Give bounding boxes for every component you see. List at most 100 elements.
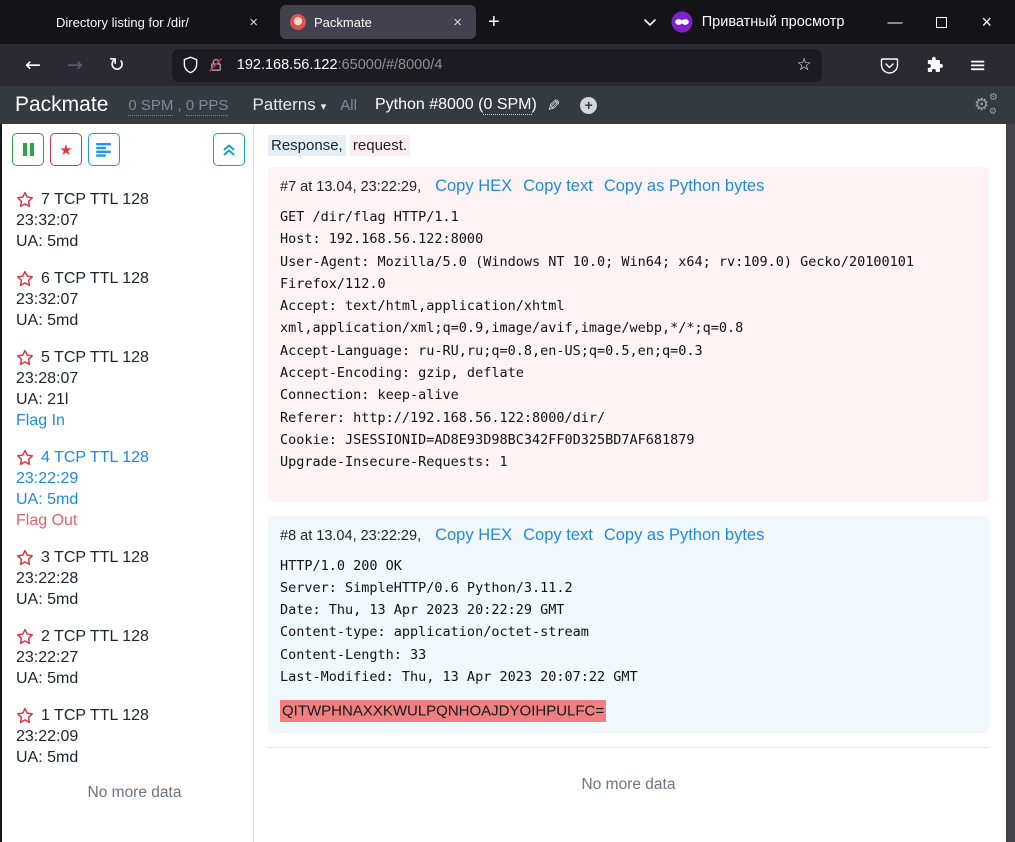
- stream-star-icon[interactable]: [16, 449, 34, 466]
- content-divider: [268, 747, 989, 748]
- stream-item-1[interactable]: 1 TCP TTL 128 23:22:09 UA: 5md: [16, 705, 253, 768]
- pps-counter: 0 PPS: [186, 97, 229, 116]
- private-browsing-label: Приватный просмотр: [702, 14, 845, 30]
- add-pattern-button[interactable]: +: [580, 97, 597, 114]
- settings-cogs-icon[interactable]: ⚙ ⚙ ⚙: [974, 94, 1000, 116]
- gear-icon: ⚙: [974, 95, 989, 115]
- stream-time: 23:28:07: [16, 368, 253, 389]
- browser-tab-strip: Directory listing for /dir/ × Packmate ×…: [0, 0, 1015, 44]
- extensions-puzzle-icon[interactable]: [925, 56, 943, 74]
- packet-header: #8 at 13.04, 23:22:29, Copy HEX Copy tex…: [280, 526, 977, 545]
- back-button[interactable]: ←: [12, 54, 54, 76]
- pattern-name: Python #8000 (: [375, 96, 484, 113]
- caret-down-icon: ▾: [321, 100, 327, 113]
- new-tab-button[interactable]: +: [476, 11, 512, 34]
- insecure-lock-icon[interactable]: [208, 57, 224, 73]
- stream-ua: UA: 5md: [16, 231, 253, 252]
- maximize-icon: [936, 17, 947, 28]
- stream-title: 1 TCP TTL 128: [41, 705, 149, 726]
- packet-id: #7 at 13.04, 23:22:29,: [280, 179, 421, 195]
- stream-tag-flag-out[interactable]: Flag Out: [16, 510, 253, 531]
- minimize-button[interactable]: —: [870, 0, 919, 44]
- stream-time: 23:22:28: [16, 568, 253, 589]
- tab-title: Packmate: [314, 15, 449, 30]
- stream-star-icon[interactable]: [16, 707, 34, 724]
- gear-icon-small: ⚙: [989, 107, 997, 117]
- page-scrollbar[interactable]: [1006, 124, 1015, 842]
- maximize-button[interactable]: [919, 0, 964, 44]
- packet-body: HTTP/1.0 200 OK Server: SimpleHTTP/0.6 P…: [280, 555, 977, 689]
- browser-tab-packmate[interactable]: Packmate ×: [280, 5, 476, 39]
- stream-star-icon[interactable]: [16, 191, 34, 208]
- stream-star-icon[interactable]: [16, 270, 34, 287]
- browser-tab-directory-listing[interactable]: Directory listing for /dir/ ×: [8, 5, 272, 39]
- stream-title: 3 TCP TTL 128: [41, 547, 149, 568]
- list-all-tabs-button[interactable]: [629, 18, 671, 27]
- current-pattern[interactable]: Python #8000 (0 SPM): [375, 96, 537, 114]
- forward-button: →: [54, 54, 96, 76]
- copy-python-link[interactable]: Copy as Python bytes: [604, 526, 765, 545]
- url-path: :65000/#/8000/4: [338, 57, 443, 73]
- stream-item-7[interactable]: 7 TCP TTL 128 23:32:07 UA: 5md: [16, 189, 253, 252]
- sidebar-no-more-data: No more data: [16, 784, 253, 802]
- stream-ua: UA: 21l: [16, 389, 253, 410]
- favorites-filter-button[interactable]: ★: [50, 133, 82, 166]
- stream-title: 5 TCP TTL 128: [41, 347, 149, 368]
- flag-highlight: QITWPHNAXXKWULPQNHOAJDYOIHPULFC=: [280, 700, 606, 722]
- stream-list: 7 TCP TTL 128 23:32:07 UA: 5md 6 TCP TTL…: [12, 189, 253, 802]
- stream-star-icon[interactable]: [16, 628, 34, 645]
- packet-id: #8 at 13.04, 23:22:29,: [280, 528, 421, 544]
- stream-time: 23:22:29: [16, 468, 253, 489]
- stream-item-3[interactable]: 3 TCP TTL 128 23:22:28 UA: 5md: [16, 547, 253, 610]
- legend-response: Response,: [268, 135, 346, 156]
- copy-text-link[interactable]: Copy text: [523, 526, 593, 545]
- tab-close-icon[interactable]: ×: [449, 14, 466, 31]
- stream-ua: UA: 5md: [16, 747, 253, 768]
- packet-block-7: #7 at 13.04, 23:22:29, Copy HEX Copy tex…: [268, 167, 989, 502]
- copy-hex-link[interactable]: Copy HEX: [435, 177, 512, 196]
- tracking-shield-icon[interactable]: [182, 56, 199, 74]
- patterns-dropdown[interactable]: Patterns▾: [252, 95, 326, 115]
- pause-icon: [23, 143, 34, 156]
- pattern-spm: 0 SPM: [483, 96, 531, 115]
- app-body: ★: [0, 124, 1015, 842]
- stream-time: 23:22:27: [16, 647, 253, 668]
- legend-request: request.: [350, 135, 410, 156]
- private-mask-icon: [671, 11, 693, 33]
- private-browsing-badge: Приватный просмотр: [671, 11, 845, 33]
- stream-star-icon[interactable]: [16, 349, 34, 366]
- hamburger-menu-icon[interactable]: ≡: [969, 53, 987, 77]
- close-window-button[interactable]: ×: [964, 0, 1009, 44]
- stream-sidebar: ★: [2, 124, 254, 842]
- stream-item-6[interactable]: 6 TCP TTL 128 23:32:07 UA: 5md: [16, 268, 253, 331]
- stream-star-icon[interactable]: [16, 549, 34, 566]
- stream-title: 4 TCP TTL 128: [41, 447, 149, 468]
- url-bar[interactable]: 192.168.56.122:65000/#/8000/4 ☆: [172, 49, 822, 82]
- stream-item-5[interactable]: 5 TCP TTL 128 23:28:07 UA: 21l Flag In: [16, 347, 253, 431]
- gear-icon-small: ⚙: [989, 92, 998, 103]
- tab-close-icon[interactable]: ×: [245, 14, 262, 31]
- protocols-filter-button[interactable]: [88, 133, 120, 166]
- edit-pattern-button[interactable]: ✎: [547, 96, 560, 115]
- stream-title: 7 TCP TTL 128: [41, 189, 149, 210]
- stream-ua: UA: 5md: [16, 489, 253, 510]
- bookmark-star-icon[interactable]: ☆: [797, 55, 812, 75]
- reload-button[interactable]: ↻: [96, 54, 138, 76]
- star-icon: ★: [59, 141, 72, 159]
- app-brand[interactable]: Packmate: [15, 93, 108, 117]
- spm-counter: 0 SPM: [128, 97, 173, 116]
- sidebar-controls: ★: [12, 133, 253, 166]
- stream-tag-flag-in[interactable]: Flag In: [16, 410, 253, 431]
- pause-capture-button[interactable]: [12, 133, 44, 166]
- url-text[interactable]: 192.168.56.122:65000/#/8000/4: [237, 57, 443, 73]
- stream-item-2[interactable]: 2 TCP TTL 128 23:22:27 UA: 5md: [16, 626, 253, 689]
- collapse-sidebar-button[interactable]: [213, 133, 245, 166]
- copy-text-link[interactable]: Copy text: [523, 177, 593, 196]
- packmate-favicon-icon: [290, 14, 306, 30]
- stream-item-4-selected[interactable]: 4 TCP TTL 128 23:22:29 UA: 5md Flag Out: [16, 447, 253, 531]
- copy-hex-link[interactable]: Copy HEX: [435, 526, 512, 545]
- copy-python-link[interactable]: Copy as Python bytes: [604, 177, 765, 196]
- save-to-pocket-icon[interactable]: [880, 56, 899, 75]
- filter-all-link[interactable]: All: [340, 97, 357, 114]
- stream-time: 23:32:07: [16, 289, 253, 310]
